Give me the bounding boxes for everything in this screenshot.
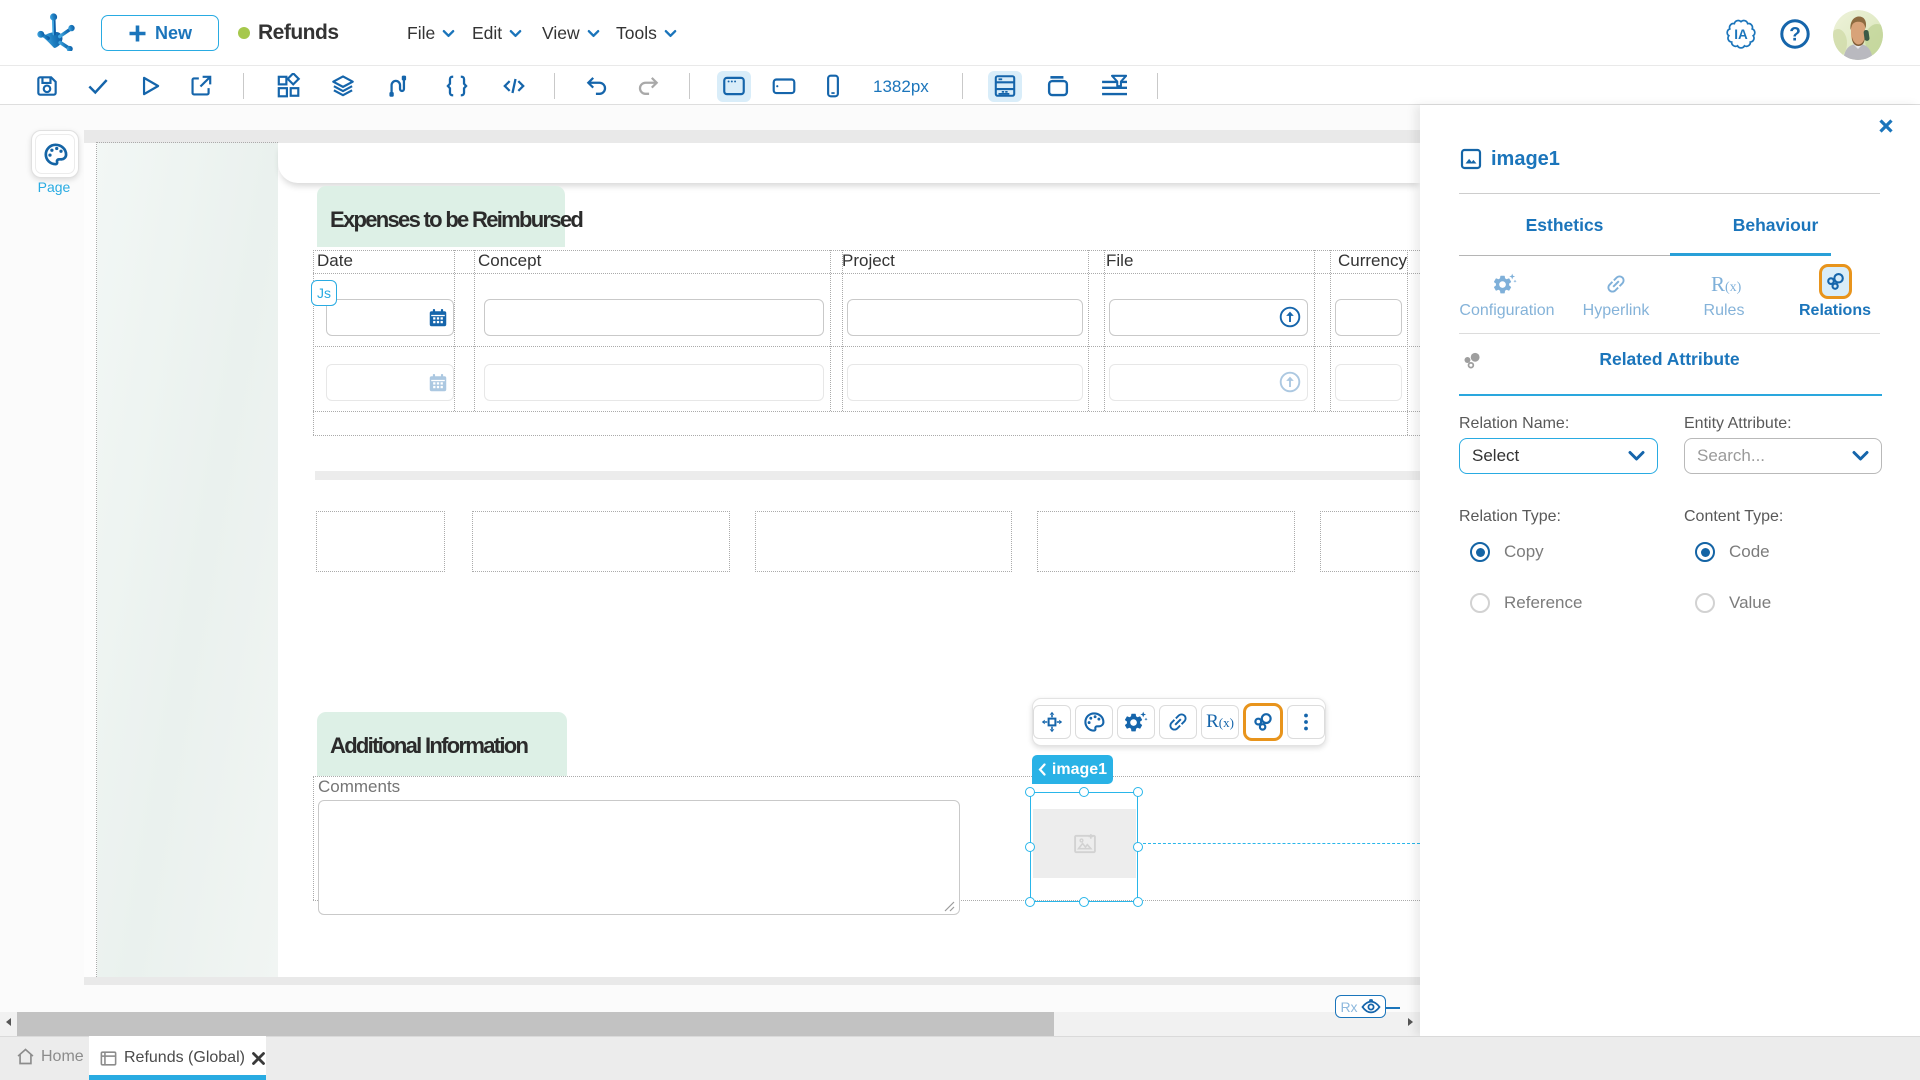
svg-text:?: ? (1789, 25, 1801, 46)
svg-text:IA: IA (1734, 27, 1748, 42)
